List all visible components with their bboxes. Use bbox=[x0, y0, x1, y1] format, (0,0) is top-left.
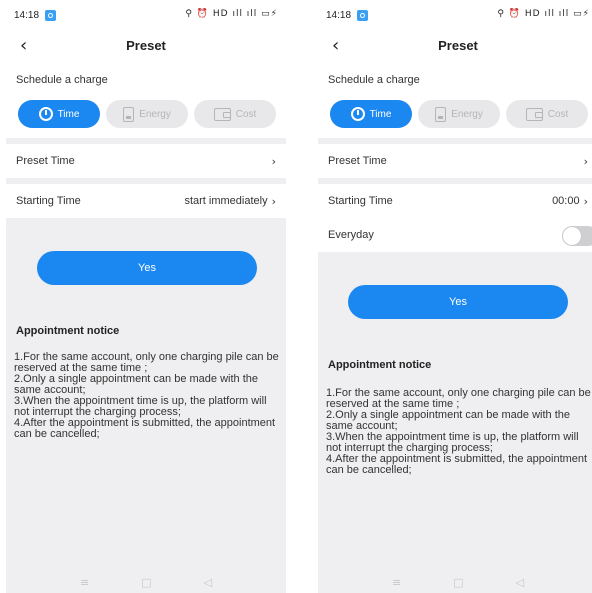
wallet-icon bbox=[213, 107, 231, 121]
chevron-right-icon: › bbox=[271, 154, 276, 168]
schedule-section: Schedule a charge Time Energy Cost bbox=[318, 60, 592, 138]
menu-icon[interactable]: ≡ bbox=[392, 576, 401, 589]
notice-title: Appointment notice bbox=[16, 325, 120, 337]
starting-time-label: Starting Time bbox=[328, 195, 393, 207]
back-icon[interactable]: ◁ bbox=[204, 576, 212, 589]
tab-cost[interactable]: Cost bbox=[506, 100, 588, 128]
everyday-row: Everyday bbox=[318, 218, 592, 252]
phone-screen-right: 14:18 ⚲ ⏰ HD ıll ıll ▭⚡ ‹ Preset Schedul… bbox=[318, 0, 592, 593]
tab-energy[interactable]: Energy bbox=[418, 100, 500, 128]
status-icons: ⚲ ⏰ HD ıll ıll ▭⚡ bbox=[185, 9, 278, 19]
tab-time[interactable]: Time bbox=[18, 100, 100, 128]
chevron-right-icon: › bbox=[271, 194, 276, 208]
schedule-tabs: Time Energy Cost bbox=[318, 92, 592, 138]
status-bar: 14:18 ⚲ ⏰ HD ıll ıll ▭⚡ bbox=[6, 0, 286, 30]
starting-time-row[interactable]: Starting Time start immediately › bbox=[6, 184, 286, 218]
tab-energy-label: Energy bbox=[139, 108, 171, 120]
home-icon[interactable]: □ bbox=[141, 576, 151, 589]
nav-bar: ‹ Preset bbox=[6, 30, 286, 60]
schedule-tabs: Time Energy Cost bbox=[6, 92, 286, 138]
starting-time-value: start immediately bbox=[184, 195, 268, 207]
starting-time-value: 00:00 bbox=[552, 195, 580, 207]
schedule-label: Schedule a charge bbox=[16, 74, 108, 86]
tab-time[interactable]: Time bbox=[330, 100, 412, 128]
preset-time-row[interactable]: Preset Time › bbox=[6, 144, 286, 178]
tab-energy-label: Energy bbox=[451, 108, 483, 120]
back-icon[interactable]: ◁ bbox=[516, 576, 524, 589]
status-bar: 14:18 ⚲ ⏰ HD ıll ıll ▭⚡ bbox=[318, 0, 592, 30]
preset-time-row[interactable]: Preset Time › bbox=[318, 144, 592, 178]
preset-time-label: Preset Time bbox=[16, 155, 75, 167]
schedule-label: Schedule a charge bbox=[328, 74, 420, 86]
app-notification-icon bbox=[357, 9, 369, 21]
phone-screen-left: 14:18 ⚲ ⏰ HD ıll ıll ▭⚡ ‹ Preset Schedul… bbox=[6, 0, 286, 593]
menu-icon[interactable]: ≡ bbox=[80, 576, 89, 589]
notice-body: 1.For the same account, only one chargin… bbox=[14, 351, 279, 440]
notice-title: Appointment notice bbox=[328, 359, 432, 371]
nav-bar: ‹ Preset bbox=[318, 30, 592, 60]
tab-cost-label: Cost bbox=[235, 108, 257, 120]
tab-time-label: Time bbox=[57, 108, 80, 120]
system-navigation-bar: ≡ □ ◁ bbox=[318, 571, 592, 593]
home-icon[interactable]: □ bbox=[453, 576, 463, 589]
status-time: 14:18 bbox=[14, 9, 40, 21]
everyday-toggle[interactable] bbox=[562, 226, 592, 246]
chevron-left-icon[interactable]: ‹ bbox=[332, 35, 339, 56]
page-title: Preset bbox=[126, 37, 166, 53]
clock-icon bbox=[38, 107, 53, 121]
system-navigation-bar: ≡ □ ◁ bbox=[6, 571, 286, 593]
chevron-right-icon: › bbox=[583, 154, 588, 168]
chevron-left-icon[interactable]: ‹ bbox=[20, 35, 27, 56]
starting-time-label: Starting Time bbox=[16, 195, 81, 207]
clock-icon bbox=[350, 107, 365, 121]
battery-icon bbox=[435, 106, 447, 122]
tab-energy[interactable]: Energy bbox=[106, 100, 188, 128]
chevron-right-icon: › bbox=[583, 194, 588, 208]
schedule-section: Schedule a charge Time Energy Cost bbox=[6, 60, 286, 138]
status-icons: ⚲ ⏰ HD ıll ıll ▭⚡ bbox=[497, 9, 590, 19]
preset-time-label: Preset Time bbox=[328, 155, 387, 167]
everyday-label: Everyday bbox=[328, 229, 374, 241]
notice-body: 1.For the same account, only one chargin… bbox=[326, 387, 591, 476]
status-time: 14:18 bbox=[326, 9, 352, 21]
tab-cost-label: Cost bbox=[547, 108, 569, 120]
tab-time-label: Time bbox=[369, 108, 392, 120]
starting-time-row[interactable]: Starting Time 00:00 › bbox=[318, 184, 592, 218]
app-notification-icon bbox=[45, 9, 57, 21]
wallet-icon bbox=[525, 107, 543, 121]
tab-cost[interactable]: Cost bbox=[194, 100, 276, 128]
yes-button[interactable]: Yes bbox=[348, 285, 568, 319]
toggle-knob bbox=[563, 227, 581, 245]
page-title: Preset bbox=[438, 37, 478, 53]
yes-button[interactable]: Yes bbox=[37, 251, 257, 285]
battery-icon bbox=[123, 106, 135, 122]
